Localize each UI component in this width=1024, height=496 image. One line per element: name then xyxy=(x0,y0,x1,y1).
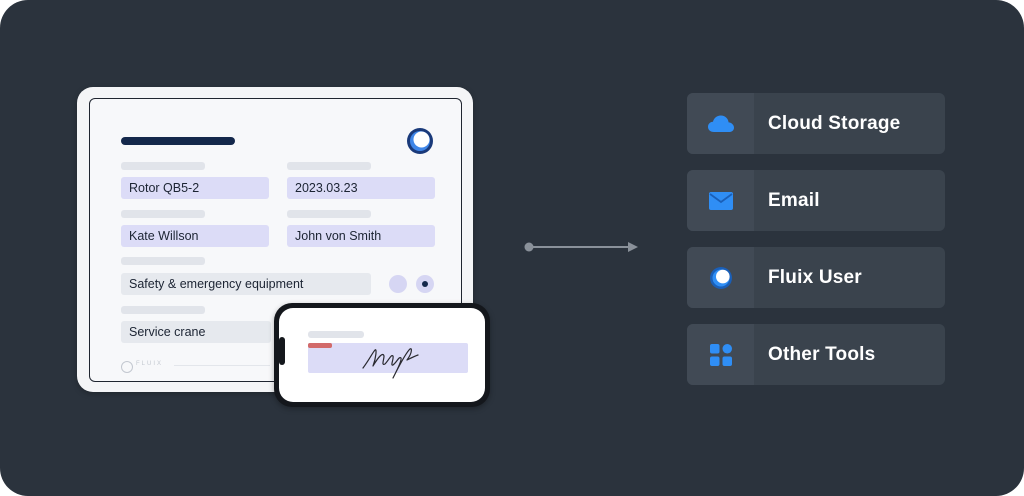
required-marker xyxy=(308,343,332,348)
destination-icon-box xyxy=(687,93,754,154)
radio-option-1[interactable] xyxy=(389,275,407,293)
cloud-icon xyxy=(707,115,734,132)
destination-label: Other Tools xyxy=(768,344,876,365)
form-field-supervisor[interactable]: John von Smith xyxy=(287,225,435,247)
label-placeholder xyxy=(121,306,205,314)
destination-cloud-storage[interactable]: Cloud Storage xyxy=(687,93,945,154)
destination-other-tools[interactable]: Other Tools xyxy=(687,324,945,385)
signature-scribble-icon xyxy=(362,348,419,379)
destination-label: Email xyxy=(768,190,820,211)
destination-icon-box xyxy=(687,170,754,231)
phone-device xyxy=(274,303,490,407)
destination-icon-box xyxy=(687,324,754,385)
destination-email[interactable]: Email xyxy=(687,170,945,231)
destination-label: Cloud Storage xyxy=(768,113,901,134)
label-placeholder xyxy=(121,210,205,218)
grid-apps-icon xyxy=(709,343,732,366)
envelope-icon xyxy=(708,191,733,210)
form-field-checklist-item-2: Service crane xyxy=(121,321,271,343)
destination-label: Fluix User xyxy=(768,267,862,288)
form-title-placeholder xyxy=(121,137,235,145)
footer-logo-icon xyxy=(121,361,133,373)
flow-arrow-icon xyxy=(524,242,638,252)
phone-signature-screen xyxy=(279,308,485,402)
label-placeholder xyxy=(287,210,371,218)
footer-divider xyxy=(174,365,270,366)
fluix-logo-icon xyxy=(709,266,732,289)
form-field-inspector[interactable]: Kate Willson xyxy=(121,225,269,247)
phone-camera-notch xyxy=(279,337,285,365)
radio-option-2-selected[interactable] xyxy=(416,275,434,293)
destination-fluix-user[interactable]: Fluix User xyxy=(687,247,945,308)
label-placeholder xyxy=(287,162,371,170)
fluix-logo-icon xyxy=(407,128,433,154)
form-field-date[interactable]: 2023.03.23 xyxy=(287,177,435,199)
label-placeholder xyxy=(121,257,205,265)
label-placeholder xyxy=(308,331,364,338)
form-field-checklist-item: Safety & emergency equipment xyxy=(121,273,371,295)
form-field-equipment[interactable]: Rotor QB5-2 xyxy=(121,177,269,199)
footer-brand: FLUIX xyxy=(136,361,164,367)
integration-illustration: Rotor QB5-2 2023.03.23 Kate Willson John… xyxy=(0,0,1024,496)
destination-icon-box xyxy=(687,247,754,308)
label-placeholder xyxy=(121,162,205,170)
